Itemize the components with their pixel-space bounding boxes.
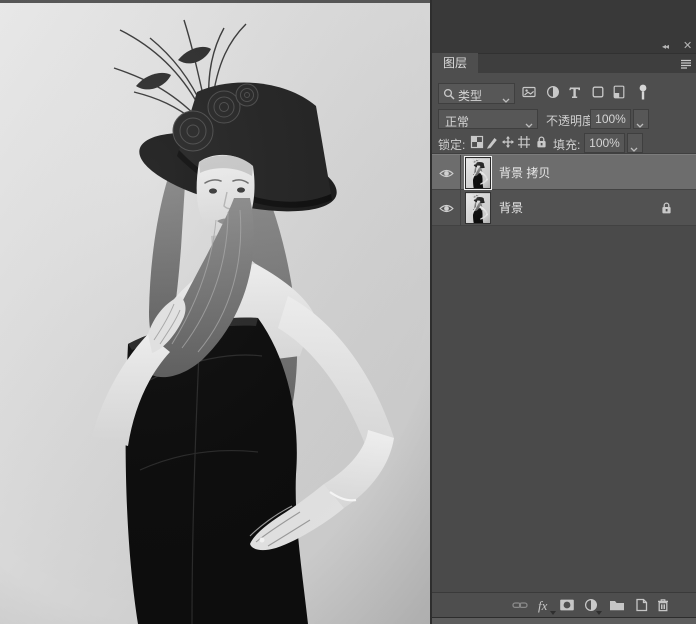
fx-menu-arrow [550,611,556,615]
type-layer-filter-icon[interactable] [568,85,584,101]
opacity-dropdown-icon[interactable] [633,109,649,129]
smart-object-filter-icon[interactable] [612,85,628,101]
locked-layer-icon [660,201,673,215]
panel-menu-icon[interactable] [680,58,692,68]
filter-type-label: 类型 [458,87,482,104]
visibility-toggle[interactable] [432,190,461,226]
lock-all-icon[interactable] [535,135,549,149]
layer-row-background[interactable]: 背景 [432,190,696,226]
opacity-field[interactable]: 100% [590,109,631,129]
blend-mode-select[interactable]: 正常 [438,109,538,129]
lock-transparent-pixels-icon[interactable] [470,135,484,149]
adjustment-layer-filter-icon[interactable] [546,85,562,101]
fx-label: fx [538,598,547,613]
link-layers-icon[interactable] [512,598,528,614]
tab-layers[interactable]: 图层 [432,53,478,73]
layer-name[interactable]: 背景 拷贝 [499,155,550,191]
new-group-icon[interactable] [609,598,625,614]
eye-icon [439,203,454,214]
portrait-photo [0,0,430,624]
fill-label: 填充: [553,136,580,153]
layers-panel: ◂◂ ✕ 图层 类型 [430,0,696,624]
chevron-down-icon [502,92,510,97]
visibility-toggle[interactable] [432,155,461,191]
layer-thumbnail[interactable] [465,157,491,189]
fill-field[interactable]: 100% [584,133,625,153]
layer-name[interactable]: 背景 [499,190,523,226]
adjustment-menu-arrow [596,611,602,615]
panel-dock-header [432,0,696,53]
close-panel-icon[interactable]: ✕ [683,40,695,52]
lock-position-icon[interactable] [501,135,515,149]
layers-panel-footer: fx [432,592,696,617]
search-icon [443,88,455,100]
layer-filter-type-select[interactable]: 类型 [438,83,515,104]
shape-layer-filter-icon[interactable] [591,85,607,101]
fill-dropdown-icon[interactable] [627,133,643,153]
layer-row-background-copy[interactable]: 背景 拷贝 [432,154,696,190]
new-layer-icon[interactable] [634,598,650,614]
chevron-down-icon [525,117,533,122]
lock-artboard-nesting-icon[interactable] [517,135,531,149]
lock-image-pixels-icon[interactable] [485,135,499,149]
delete-layer-icon[interactable] [656,598,672,614]
layers-panel-content: 类型 [432,73,696,617]
lock-label: 锁定: [438,136,465,153]
layer-filter-toggle-icon[interactable] [636,83,650,103]
photoshop-window: ◂◂ ✕ 图层 类型 [0,0,696,624]
blend-mode-value: 正常 [445,113,469,130]
pixel-layer-filter-icon[interactable] [522,85,538,101]
add-layer-mask-icon[interactable] [559,598,575,614]
collapse-panel-icon[interactable]: ◂◂ [662,41,678,52]
eye-icon [439,168,454,179]
layers-list-empty-area[interactable] [432,226,696,592]
layer-style-fx-icon[interactable]: fx [538,598,554,614]
document-canvas[interactable] [0,0,430,624]
layer-thumbnail[interactable] [465,192,491,224]
panel-resize-edge[interactable] [432,617,696,624]
new-adjustment-layer-icon[interactable] [584,598,600,614]
